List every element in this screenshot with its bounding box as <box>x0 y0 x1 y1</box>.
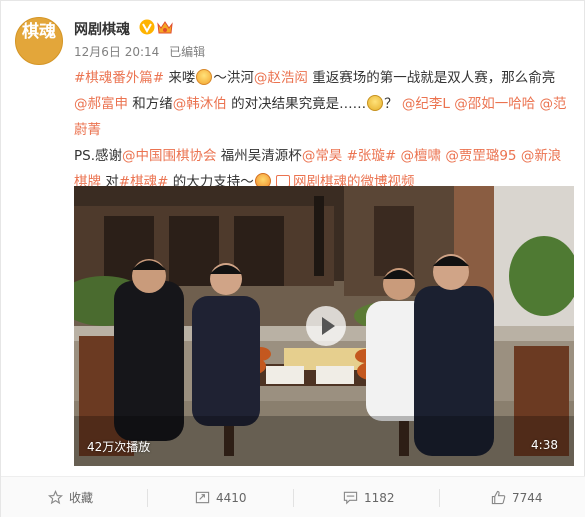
mention-link[interactable]: @纪李L <box>402 96 450 112</box>
mention-link[interactable]: @赵浩闳 <box>254 70 308 86</box>
text-segment: PS.感谢 <box>74 148 123 164</box>
video-player[interactable]: 42万次播放 4:38 <box>74 186 574 466</box>
thinking-emoji-icon <box>367 95 384 111</box>
avatar-text: 棋魂 <box>22 22 56 42</box>
repost-icon <box>195 491 210 504</box>
user-name[interactable]: 网剧棋魂 <box>74 19 130 39</box>
edited-label[interactable]: 已编辑 <box>169 45 205 59</box>
comment-icon <box>343 491 358 505</box>
wow-emoji-icon <box>196 69 213 85</box>
text-segment: 来喽 <box>164 70 196 86</box>
text-segment: ～洪河 <box>213 70 254 86</box>
mention-link[interactable]: @郝富申 <box>74 96 128 112</box>
star-icon <box>48 490 63 505</box>
post-text: #棋魂番外篇# 来喽 ～洪河@赵浩闳 重返赛场的第一战就是双人赛，那么俞亮 @郝富… <box>74 65 574 195</box>
like-count: 7744 <box>512 491 543 505</box>
topic-tag[interactable]: #张璇# <box>347 148 397 164</box>
repost-count: 4410 <box>216 491 247 505</box>
comment-count: 1182 <box>364 491 395 505</box>
mention-link[interactable]: @中国围棋协会 <box>122 148 217 164</box>
thumbs-up-icon <box>491 490 506 505</box>
view-count: 42万次播放 <box>87 440 151 454</box>
text-segment: ？ <box>384 96 398 112</box>
vip-crown-icon[interactable] <box>157 20 173 35</box>
mention-link[interactable]: @新浪 <box>521 148 562 164</box>
text-segment: 和方绪 <box>128 96 173 112</box>
mention-link[interactable]: @范 <box>540 96 567 112</box>
divider <box>293 489 294 507</box>
text-segment: 福州吴清源杯 <box>216 148 302 164</box>
avatar[interactable]: 棋魂 <box>15 17 63 65</box>
mention-link[interactable]: @常昊 <box>302 148 343 164</box>
mention-link[interactable]: 蔚菁 <box>74 122 101 138</box>
mention-link[interactable]: @檀啸 <box>401 148 442 164</box>
favorite-label: 收藏 <box>69 491 94 505</box>
divider <box>439 489 440 507</box>
divider <box>147 489 148 507</box>
play-button[interactable] <box>306 306 346 346</box>
weibo-post-card: 棋魂 网剧棋魂 12月6日 20:14 已编辑 #棋魂番外篇# 来喽 ～洪河@赵浩… <box>0 0 585 517</box>
action-bar: 收藏 4410 1182 7744 <box>1 476 585 517</box>
text-segment: 重返赛场的第一战就是双人赛，那么俞亮 <box>307 70 556 86</box>
text-segment: 的对决结果究竟是…… <box>226 96 367 112</box>
mention-link[interactable]: @韩沐伯 <box>173 96 227 112</box>
post-time[interactable]: 12月6日 20:14 <box>74 45 159 59</box>
topic-tag[interactable]: #棋魂番外篇# <box>74 70 164 86</box>
video-duration: 4:38 <box>531 438 558 452</box>
mention-link[interactable]: @贾罡璐95 <box>445 148 516 164</box>
mention-link[interactable]: @邵如一哈哈 <box>454 96 535 112</box>
verified-icon <box>139 19 155 35</box>
post-meta: 12月6日 20:14 已编辑 <box>74 43 211 60</box>
